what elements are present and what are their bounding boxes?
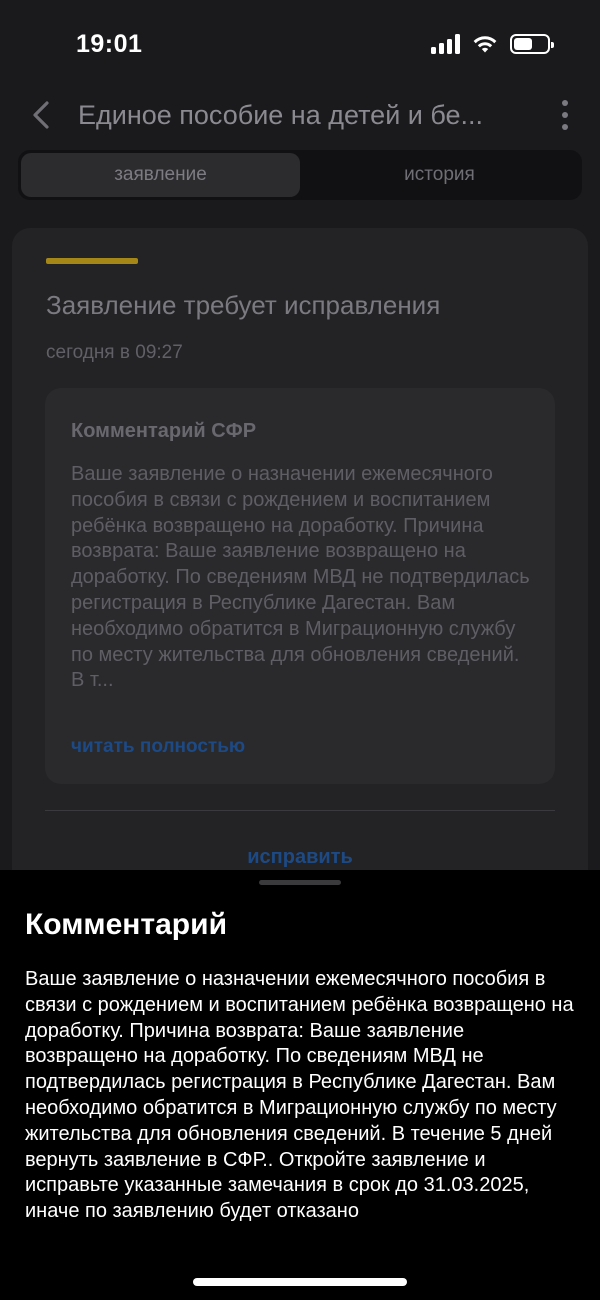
status-card: Заявление требует исправления сегодня в … bbox=[12, 228, 588, 888]
wifi-icon bbox=[473, 36, 497, 53]
fix-button[interactable]: исправить bbox=[12, 846, 588, 869]
comment-bottom-sheet: Комментарий Ваше заявление о назначении … bbox=[0, 870, 600, 1300]
comment-preview: Ваше заявление о назначении ежемесячного… bbox=[71, 463, 530, 692]
comment-heading: Комментарий СФР bbox=[71, 420, 257, 442]
background-screen: 19:01 Единое пособие на детей и бе... за… bbox=[0, 0, 600, 888]
card-title: Заявление требует исправления bbox=[46, 290, 441, 320]
nav-title: Единое пособие на детей и бе... bbox=[78, 100, 484, 130]
tab-history[interactable]: история bbox=[300, 153, 579, 197]
segmented-tabs: заявление история bbox=[18, 150, 582, 200]
sheet-title: Комментарий bbox=[25, 908, 228, 941]
back-chevron-icon[interactable] bbox=[28, 100, 56, 130]
status-icons bbox=[431, 34, 554, 54]
card-date: сегодня в 09:27 bbox=[46, 342, 183, 363]
tab-application[interactable]: заявление bbox=[21, 153, 300, 197]
status-accent-bar bbox=[46, 258, 138, 264]
home-indicator[interactable] bbox=[193, 1278, 407, 1286]
status-bar: 19:01 bbox=[0, 0, 600, 90]
read-more-link[interactable]: читать полностью bbox=[71, 736, 245, 758]
nav-bar: Единое пособие на детей и бе... bbox=[0, 90, 600, 145]
cellular-signal-icon bbox=[431, 34, 460, 54]
divider bbox=[45, 810, 555, 811]
sheet-grabber[interactable] bbox=[259, 880, 341, 885]
comment-box: Комментарий СФР Ваше заявление о назначе… bbox=[45, 388, 555, 784]
battery-icon bbox=[510, 34, 554, 54]
status-time: 19:01 bbox=[76, 30, 143, 58]
sheet-comment-text: Ваше заявление о назначении ежемесячного… bbox=[25, 968, 574, 1223]
more-options-icon[interactable] bbox=[560, 100, 570, 130]
